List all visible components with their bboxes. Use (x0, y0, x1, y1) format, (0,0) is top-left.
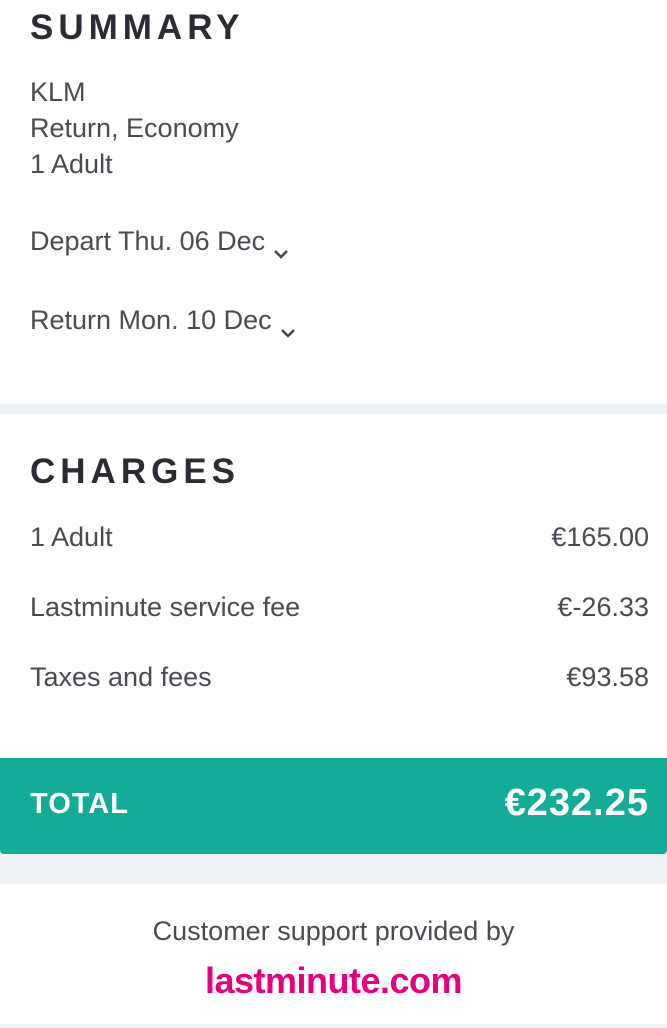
charge-label: Lastminute service fee (30, 592, 301, 622)
summary-title: SUMMARY (30, 8, 245, 47)
total-bar: TOTAL €232.25 (0, 758, 667, 854)
charge-row: Taxes and fees €93.58 (30, 662, 649, 693)
brand-logo[interactable]: lastminute.com (0, 960, 667, 1002)
support-card: Customer support provided by lastminute.… (0, 884, 667, 1024)
charge-amount: €165.00 (551, 522, 649, 552)
summary-card: SUMMARY KLM Return, Economy 1 Adult Depa… (0, 0, 667, 404)
trip-type: Return, Economy (30, 113, 239, 143)
charges-title: CHARGES (30, 452, 241, 491)
airline: KLM (30, 77, 86, 107)
total-amount: €232.25 (504, 782, 649, 824)
charge-label: Taxes and fees (30, 662, 212, 692)
depart-toggle[interactable]: Depart Thu. 06 Dec (30, 226, 289, 259)
depart-label: Depart Thu. 06 Dec (30, 226, 266, 256)
charge-label: 1 Adult (30, 522, 113, 552)
support-text: Customer support provided by (152, 916, 515, 946)
passenger-count: 1 Adult (30, 149, 113, 179)
charge-amount: €-26.33 (557, 592, 649, 622)
total-label: TOTAL (30, 788, 129, 820)
charge-row: Lastminute service fee €-26.33 (30, 592, 649, 623)
chevron-down-icon (280, 315, 296, 338)
return-toggle[interactable]: Return Mon. 10 Dec (30, 305, 296, 338)
charge-amount: €93.58 (566, 662, 649, 692)
return-label: Return Mon. 10 Dec (30, 305, 272, 335)
charges-card: CHARGES 1 Adult €165.00 Lastminute servi… (0, 414, 667, 758)
chevron-down-icon (273, 236, 289, 259)
charge-row: 1 Adult €165.00 (30, 522, 649, 553)
